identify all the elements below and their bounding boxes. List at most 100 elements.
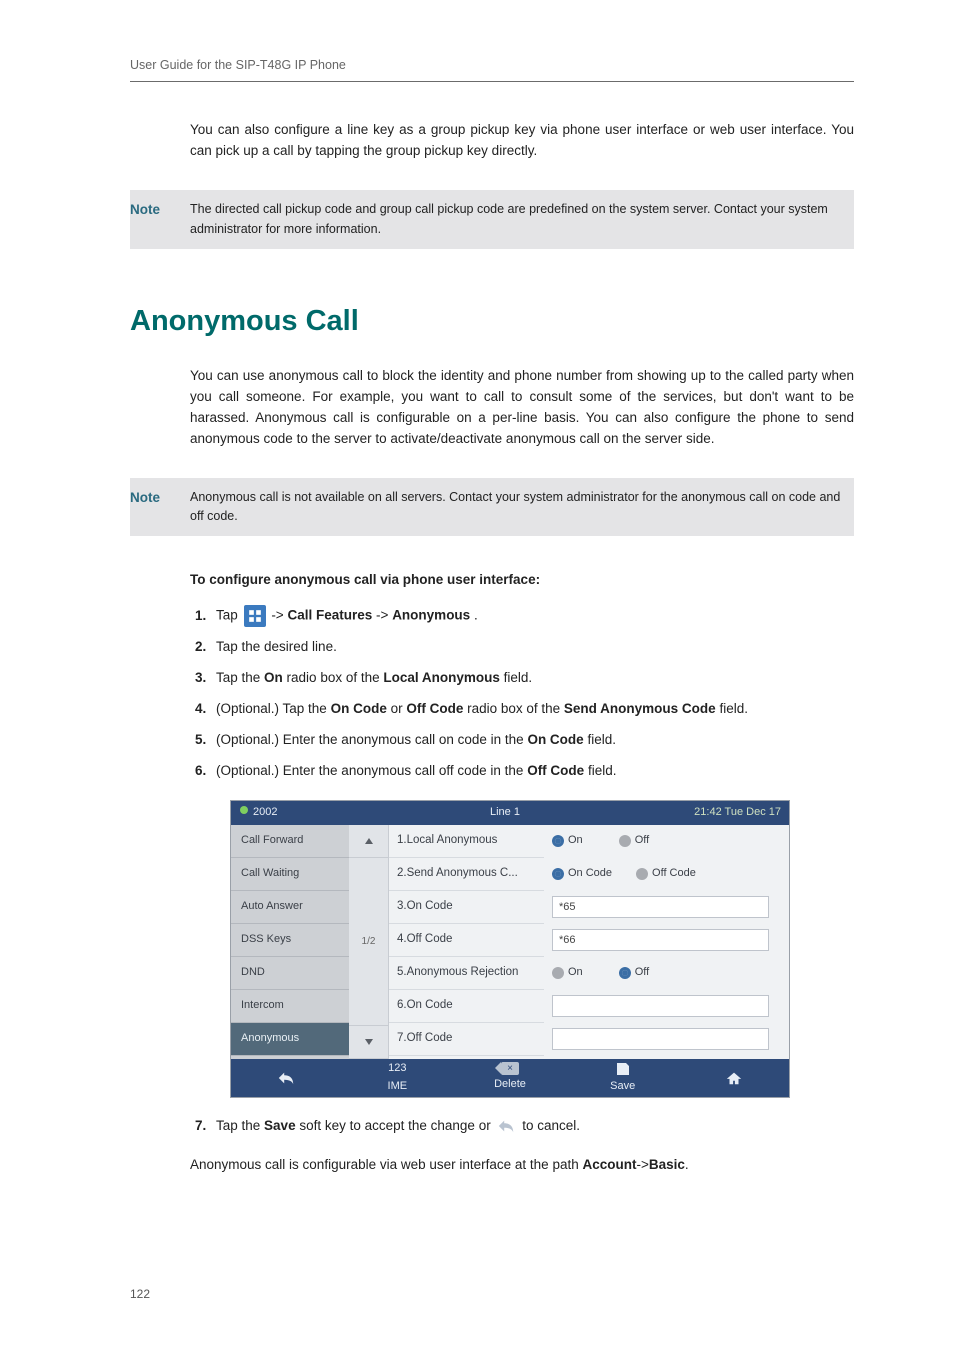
field-labels: 1.Local Anonymous 2.Send Anonymous C... …: [389, 825, 544, 1059]
sidebar-item-call-waiting[interactable]: Call Waiting: [231, 858, 349, 891]
label-send-anonymous-code: 2.Send Anonymous C...: [389, 858, 544, 891]
sidebar-item-call-forward[interactable]: Call Forward: [231, 825, 349, 858]
softkey-delete[interactable]: × Delete: [454, 1062, 567, 1093]
phone-body: Call Forward Call Waiting Auto Answer DS…: [231, 825, 789, 1059]
text: field.: [584, 732, 616, 747]
sidebar-item-dss-keys[interactable]: DSS Keys: [231, 924, 349, 957]
input-on-code[interactable]: [552, 896, 769, 918]
sidebar-item-auto-answer[interactable]: Auto Answer: [231, 891, 349, 924]
step-4: (Optional.) Tap the On Code or Off Code …: [210, 699, 854, 720]
back-icon: [277, 1070, 295, 1086]
radio-on-code[interactable]: On Code: [552, 865, 612, 882]
text: Tap the: [216, 1118, 264, 1133]
ime-line2: IME: [388, 1078, 408, 1095]
sidebar-item-anonymous[interactable]: Anonymous: [231, 1023, 349, 1056]
text: (Optional.) Tap the: [216, 701, 331, 716]
radio-off[interactable]: Off: [619, 964, 649, 981]
field-values: On Off On Code Off Code: [544, 825, 789, 1059]
text: ->: [636, 1157, 648, 1172]
page-number: 122: [130, 1285, 150, 1304]
bold-local-anonymous: Local Anonymous: [383, 670, 500, 685]
radio-label: Off: [635, 964, 649, 981]
sidebar-item-dnd[interactable]: DND: [231, 957, 349, 990]
presence-icon: [239, 804, 249, 821]
row-local-anonymous: On Off: [544, 825, 777, 858]
delete-icon: ×: [501, 1062, 519, 1075]
input-off-code-2[interactable]: [552, 1028, 769, 1050]
bold-on-code: On Code: [331, 701, 387, 716]
text: Anonymous call is configurable via web u…: [190, 1157, 582, 1172]
label-on-code-2: 6.On Code: [389, 990, 544, 1023]
page: User Guide for the SIP-T48G IP Phone You…: [0, 0, 954, 1350]
text: ->: [376, 608, 388, 623]
softkey-home[interactable]: [679, 1070, 789, 1086]
note-box-2: Note Anonymous call is not available on …: [130, 478, 854, 537]
phone-header: 2002 Line 1 21:42 Tue Dec 17: [231, 801, 789, 825]
bold-account: Account: [582, 1157, 636, 1172]
phone-header-title: Line 1: [349, 804, 661, 821]
phone-footer: 123 IME × Delete Save: [231, 1059, 789, 1097]
radio-off-code[interactable]: Off Code: [636, 865, 696, 882]
row-send-anonymous-code: On Code Off Code: [544, 858, 777, 891]
radio-off[interactable]: Off: [619, 832, 649, 849]
row-on-code-2: [544, 990, 777, 1023]
text: .: [685, 1157, 689, 1172]
phone-header-time: 21:42 Tue Dec 17: [661, 804, 781, 821]
section-heading: Anonymous Call: [130, 299, 854, 344]
text: radio box of the: [463, 701, 564, 716]
row-anonymous-rejection: On Off: [544, 957, 777, 990]
menu-grid-icon: [244, 605, 266, 627]
anonymous-intro: You can use anonymous call to block the …: [190, 366, 854, 450]
text: field.: [716, 701, 748, 716]
label-on-code: 3.On Code: [389, 891, 544, 924]
label-off-code-2: 7.Off Code: [389, 1023, 544, 1056]
softkey-save[interactable]: Save: [566, 1061, 679, 1095]
bold-save: Save: [264, 1118, 296, 1133]
step-3: Tap the On radio box of the Local Anonym…: [210, 668, 854, 689]
bold-anonymous: Anonymous: [392, 608, 470, 623]
home-icon: [725, 1070, 743, 1086]
phone-scroll: 1/2: [349, 825, 389, 1059]
text: to cancel.: [522, 1118, 580, 1133]
row-on-code: [544, 891, 777, 924]
step-1: Tap -> Call Features -> Anonymous .: [210, 605, 854, 627]
radio-label: On: [568, 832, 583, 849]
phone-fields: 1.Local Anonymous 2.Send Anonymous C... …: [389, 825, 789, 1059]
note-body: Anonymous call is not available on all s…: [190, 478, 854, 537]
step-2: Tap the desired line.: [210, 637, 854, 658]
text: or: [387, 701, 407, 716]
row-off-code: [544, 924, 777, 957]
softkey-back[interactable]: [231, 1070, 341, 1086]
label-local-anonymous: 1.Local Anonymous: [389, 825, 544, 858]
bold-on-code: On Code: [527, 732, 583, 747]
text: Tap the: [216, 670, 264, 685]
text: (Optional.) Enter the anonymous call off…: [216, 763, 527, 778]
bold-off-code: Off Code: [406, 701, 463, 716]
scroll-up-icon[interactable]: [349, 825, 388, 858]
note-label: Note: [130, 478, 190, 537]
scroll-indicator: 1/2: [349, 858, 388, 1026]
note-box-1: Note The directed call pickup code and g…: [130, 190, 854, 249]
row-off-code-2: [544, 1023, 777, 1056]
step-7: Tap the Save soft key to accept the chan…: [210, 1116, 854, 1137]
sidebar-item-intercom[interactable]: Intercom: [231, 990, 349, 1023]
scroll-down-icon[interactable]: [349, 1026, 388, 1059]
delete-label: Delete: [494, 1076, 526, 1093]
bold-call-features: Call Features: [287, 608, 372, 623]
radio-on[interactable]: On: [552, 964, 583, 981]
phone-sidebar: Call Forward Call Waiting Auto Answer DS…: [231, 825, 349, 1059]
radio-label: Off Code: [652, 865, 696, 882]
text: .: [474, 608, 478, 623]
bold-basic: Basic: [649, 1157, 685, 1172]
input-on-code-2[interactable]: [552, 995, 769, 1017]
radio-label: On Code: [568, 865, 612, 882]
step-5: (Optional.) Enter the anonymous call on …: [210, 730, 854, 751]
intro-paragraph: You can also configure a line key as a g…: [190, 120, 854, 162]
instruction-heading: To configure anonymous call via phone us…: [190, 570, 854, 591]
ext-number: 2002: [253, 804, 277, 821]
radio-on[interactable]: On: [552, 832, 583, 849]
input-off-code[interactable]: [552, 929, 769, 951]
bold-on: On: [264, 670, 283, 685]
softkey-ime[interactable]: 123 IME: [341, 1060, 454, 1095]
radio-label: Off: [635, 832, 649, 849]
